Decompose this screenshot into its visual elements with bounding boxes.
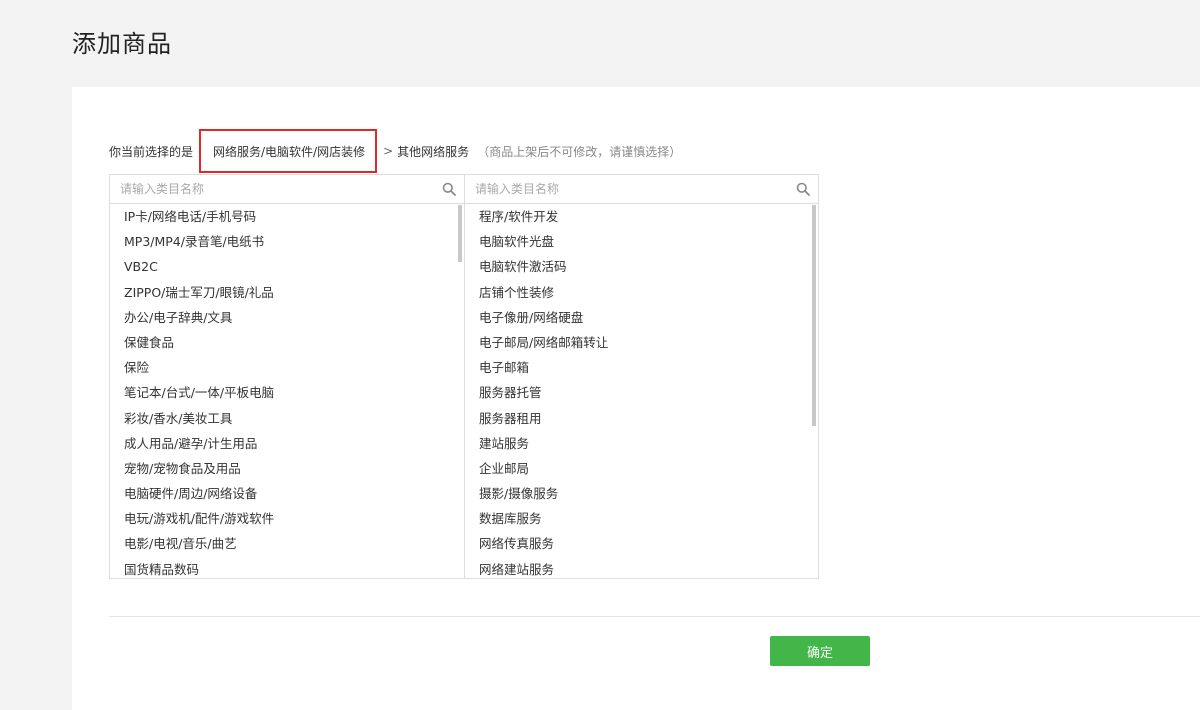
list-item[interactable]: 电子邮局/网络邮箱转让: [465, 330, 818, 355]
list-item[interactable]: 电脑软件激活码: [465, 254, 818, 279]
list-item[interactable]: 网络传真服务: [465, 531, 818, 556]
search-input-left[interactable]: [110, 175, 464, 203]
list-item[interactable]: 电子邮箱: [465, 355, 818, 380]
current-selection: 你当前选择的是 网络服务/电脑软件/网店装修 > 其他网络服务 （商品上架后不可…: [109, 129, 681, 173]
list-item[interactable]: IP卡/网络电话/手机号码: [110, 204, 464, 229]
list-item[interactable]: 企业邮局: [465, 456, 818, 481]
category-list-right[interactable]: 程序/软件开发 电脑软件光盘 电脑软件激活码 店铺个性装修 电子像册/网络硬盘 …: [465, 204, 818, 578]
search-box-right: [465, 175, 818, 204]
list-item[interactable]: 保健食品: [110, 330, 464, 355]
category-panel-right: 程序/软件开发 电脑软件光盘 电脑软件激活码 店铺个性装修 电子像册/网络硬盘 …: [464, 175, 818, 578]
scrollbar-right[interactable]: [812, 205, 816, 426]
list-item[interactable]: ZIPPO/瑞士军刀/眼镜/礼品: [110, 280, 464, 305]
content-card: 你当前选择的是 网络服务/电脑软件/网店装修 > 其他网络服务 （商品上架后不可…: [72, 87, 1200, 710]
category-panel-left: IP卡/网络电话/手机号码 MP3/MP4/录音笔/电纸书 VB2C ZIPPO…: [110, 175, 464, 578]
list-item[interactable]: 电影/电视/音乐/曲艺: [110, 531, 464, 556]
scrollbar-left[interactable]: [458, 205, 462, 262]
category-panels: IP卡/网络电话/手机号码 MP3/MP4/录音笔/电纸书 VB2C ZIPPO…: [109, 174, 819, 579]
selection-current: 其他网络服务: [397, 144, 470, 159]
list-item[interactable]: 办公/电子辞典/文具: [110, 305, 464, 330]
confirm-button[interactable]: 确定: [770, 636, 870, 666]
list-item[interactable]: 笔记本/台式/一体/平板电脑: [110, 380, 464, 405]
selection-separator: >: [383, 144, 394, 158]
search-input-right[interactable]: [465, 175, 818, 203]
list-item[interactable]: 网络建站服务: [465, 557, 818, 578]
category-list-left[interactable]: IP卡/网络电话/手机号码 MP3/MP4/录音笔/电纸书 VB2C ZIPPO…: [110, 204, 464, 578]
selection-note: （商品上架后不可修改，请谨慎选择）: [477, 144, 682, 159]
list-item[interactable]: 电脑硬件/周边/网络设备: [110, 481, 464, 506]
list-item[interactable]: 摄影/摄像服务: [465, 481, 818, 506]
list-item[interactable]: 服务器托管: [465, 380, 818, 405]
list-item[interactable]: 建站服务: [465, 431, 818, 456]
list-item[interactable]: 宠物/宠物食品及用品: [110, 456, 464, 481]
list-item[interactable]: 店铺个性装修: [465, 280, 818, 305]
list-item[interactable]: 程序/软件开发: [465, 204, 818, 229]
list-item[interactable]: 国货精品数码: [110, 557, 464, 578]
search-icon[interactable]: [442, 182, 456, 196]
list-item[interactable]: 电脑软件光盘: [465, 229, 818, 254]
list-item[interactable]: 彩妆/香水/美妆工具: [110, 406, 464, 431]
divider: [109, 616, 1200, 617]
selection-prefix: 你当前选择的是: [109, 144, 194, 159]
search-box-left: [110, 175, 464, 204]
list-item[interactable]: 成人用品/避孕/计生用品: [110, 431, 464, 456]
list-item[interactable]: MP3/MP4/录音笔/电纸书: [110, 229, 464, 254]
list-item[interactable]: 服务器租用: [465, 406, 818, 431]
list-item[interactable]: VB2C: [110, 254, 464, 279]
list-item[interactable]: 电玩/游戏机/配件/游戏软件: [110, 506, 464, 531]
selection-path: 网络服务/电脑软件/网店装修: [199, 129, 378, 173]
page-title: 添加商品: [72, 30, 172, 58]
list-item[interactable]: 保险: [110, 355, 464, 380]
list-item[interactable]: 电子像册/网络硬盘: [465, 305, 818, 330]
list-item[interactable]: 数据库服务: [465, 506, 818, 531]
search-icon[interactable]: [796, 182, 810, 196]
